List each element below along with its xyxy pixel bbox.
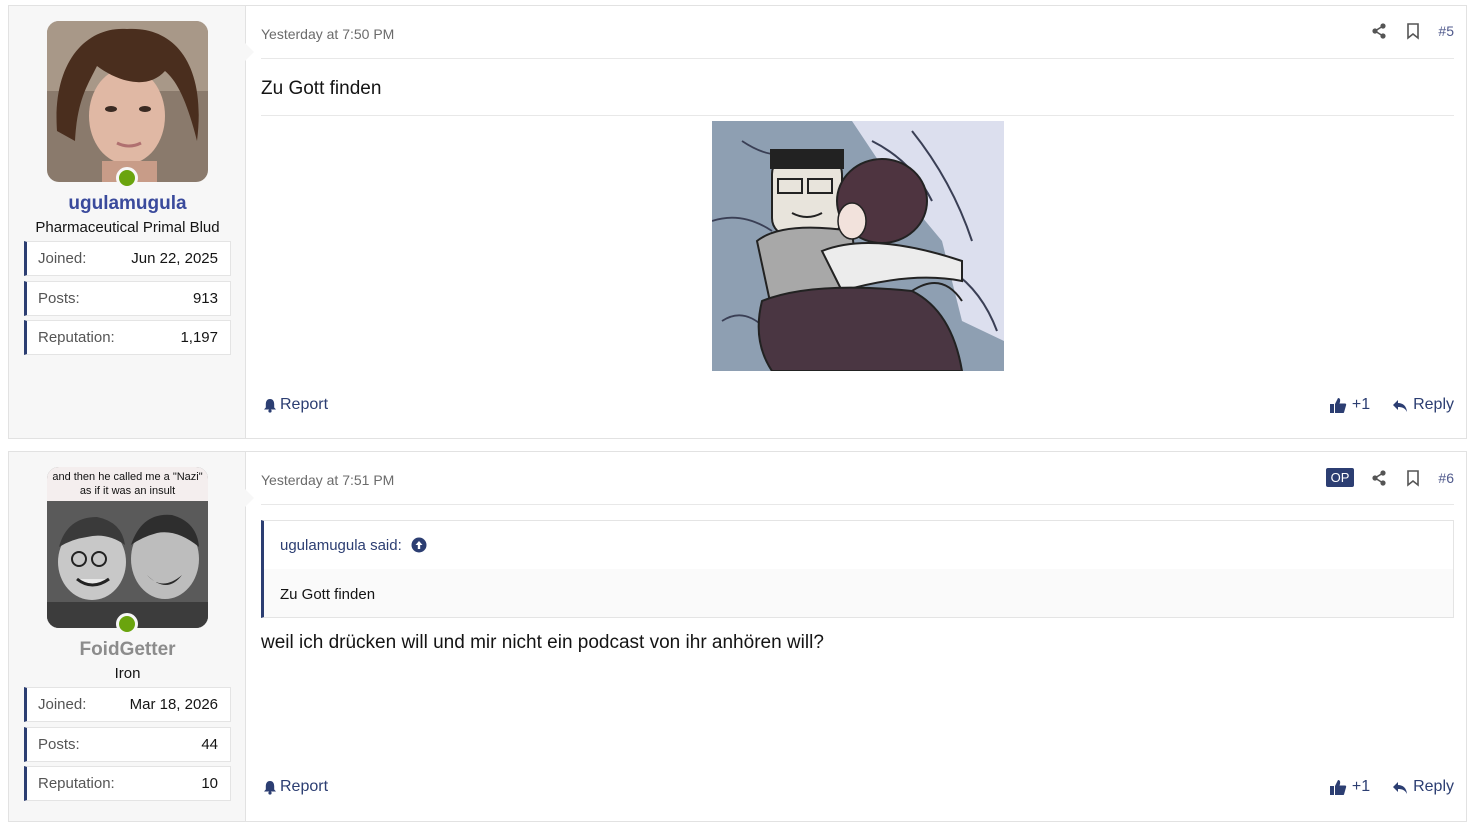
stat-reputation: Reputation: 1,197 [24,320,231,355]
avatar-caption-2: as if it was an insult [80,485,175,497]
reply-label: Reply [1413,396,1454,413]
stat-value: 10 [201,775,218,792]
bookmark-icon[interactable] [1404,469,1422,487]
bell-icon [264,398,276,413]
quote-block: ugulamugula said: Zu Gott finden [261,520,1454,618]
stat-posts: Posts: 44 [24,727,231,762]
avatar-caption-1: and then he called me a "Nazi" [52,471,202,483]
share-icon[interactable] [1370,22,1388,40]
avatar[interactable] [47,21,208,182]
divider [261,115,1454,116]
post-5: ugulamugula Pharmaceutical Primal Blud J… [8,5,1467,439]
user-cell: and then he called me a "Nazi" as if it … [9,452,254,821]
user-title: Iron [114,665,141,682]
thumbs-up-icon [1329,397,1347,413]
stat-label: Joined: [38,250,87,267]
stat-label: Reputation: [38,775,115,792]
bell-icon [264,780,276,795]
like-count: +1 [1351,778,1371,795]
reply-icon [1393,399,1408,412]
like-button[interactable]: +1 [1329,396,1370,414]
online-indicator [116,613,138,635]
post-number[interactable]: #5 [1438,23,1454,39]
message-header: Yesterday at 7:51 PM OP #6 [261,452,1454,505]
stat-joined: Joined: Mar 18, 2026 [24,687,231,722]
stat-value: Jun 22, 2025 [131,250,218,267]
user-cell: ugulamugula Pharmaceutical Primal Blud J… [9,6,254,438]
stat-label: Posts: [38,290,80,307]
report-label: Report [280,778,329,795]
stat-value: 913 [192,290,218,307]
report-button[interactable]: Report [263,778,328,796]
report-label: Report [280,396,329,413]
post-number[interactable]: #6 [1438,470,1454,486]
quote-text: Zu Gott finden [280,586,376,603]
reply-button[interactable]: Reply [1392,396,1454,414]
attached-image[interactable] [712,121,1004,371]
message-header: Yesterday at 7:50 PM #5 [261,6,1454,59]
stat-label: Reputation: [38,329,115,346]
share-icon[interactable] [1370,469,1388,487]
reply-icon [1393,781,1408,794]
report-button[interactable]: Report [263,396,328,414]
reply-button[interactable]: Reply [1392,778,1454,796]
stat-value: 1,197 [180,329,218,346]
arrow-up-circle-icon[interactable] [411,537,427,553]
post-timestamp[interactable]: Yesterday at 7:51 PM [261,472,394,488]
op-badge: OP [1325,468,1355,487]
bookmark-icon[interactable] [1404,22,1422,40]
stat-posts: Posts: 913 [24,281,231,316]
like-count: +1 [1351,396,1371,413]
stat-label: Posts: [38,736,80,753]
reply-label: Reply [1413,778,1454,795]
message-footer: Report +1 Reply [261,778,1454,802]
stat-reputation: Reputation: 10 [24,766,231,801]
username[interactable]: ugulamugula [9,193,246,215]
message-cell: Yesterday at 7:50 PM #5 Zu Gott finden R… [261,6,1454,438]
message-cell: Yesterday at 7:51 PM OP #6 ugulamugula s… [261,452,1454,821]
message-footer: Report +1 Reply [261,396,1454,420]
stat-value: 44 [201,736,218,753]
stat-value: Mar 18, 2026 [129,696,218,713]
avatar[interactable]: and then he called me a "Nazi" as if it … [47,467,208,628]
online-indicator [116,167,138,189]
post-text: Zu Gott finden [261,78,382,99]
thumbs-up-icon [1329,779,1347,795]
like-button[interactable]: +1 [1329,778,1370,796]
username[interactable]: FoidGetter [9,639,246,661]
post-6: and then he called me a "Nazi" as if it … [8,451,1467,822]
post-text: weil ich drücken will und mir nicht ein … [261,632,824,653]
user-title: Pharmaceutical Primal Blud [35,219,220,236]
quote-author[interactable]: ugulamugula said: [280,537,402,554]
stat-joined: Joined: Jun 22, 2025 [24,241,231,276]
stat-label: Joined: [38,696,87,713]
post-timestamp[interactable]: Yesterday at 7:50 PM [261,26,394,42]
quote-header: ugulamugula said: [264,521,1453,569]
